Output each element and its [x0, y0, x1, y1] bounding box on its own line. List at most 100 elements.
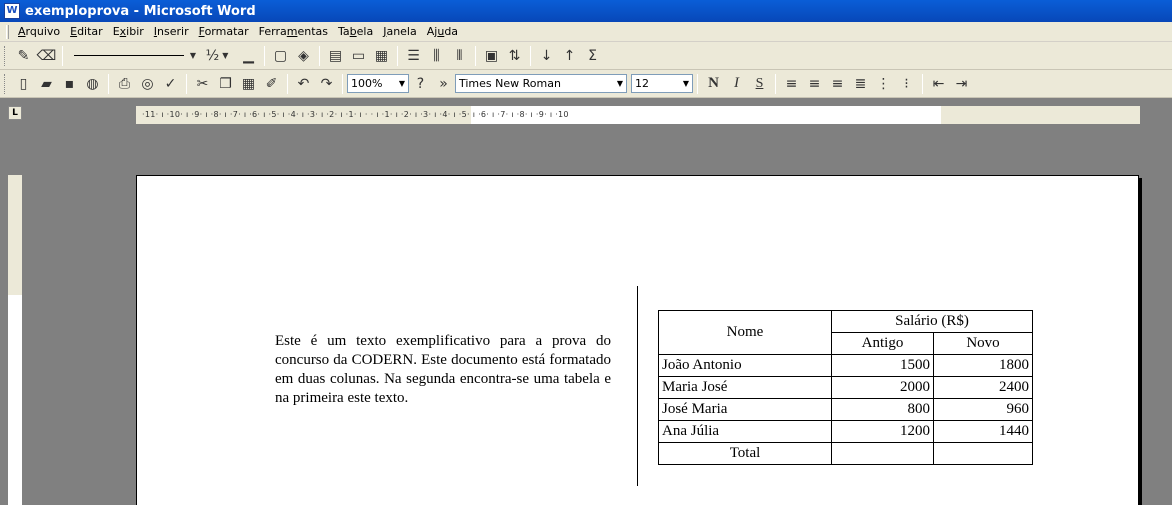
shading-color-icon[interactable]: ◈: [292, 45, 315, 67]
line-weight-value: ½: [205, 47, 220, 64]
antigo-cell[interactable]: 800: [831, 398, 934, 421]
decrease-indent-icon[interactable]: ⇤: [927, 73, 950, 95]
toolbar-options-icon[interactable]: »: [432, 73, 455, 95]
font-size-select[interactable]: 12 ▼: [631, 74, 693, 93]
total-label-cell[interactable]: Total: [658, 442, 832, 465]
menu-formatar[interactable]: Formatar: [194, 25, 254, 38]
open-folder-icon[interactable]: ▰: [35, 73, 58, 95]
merge-cells-icon[interactable]: ▭: [347, 45, 370, 67]
menubar-grip[interactable]: [6, 24, 9, 39]
separator: [697, 73, 698, 94]
total-antigo-cell[interactable]: [831, 442, 934, 465]
separator: [264, 45, 265, 66]
title-bar: W exemploprova - Microsoft Word: [0, 0, 1172, 22]
save-icon[interactable]: ▪: [58, 73, 81, 95]
nome-cell[interactable]: José Maria: [658, 398, 832, 421]
align-center-icon[interactable]: ≡: [803, 73, 826, 95]
sort-descending-icon[interactable]: ↑: [558, 45, 581, 67]
table-header-row: Nome Salário (R$): [658, 310, 1033, 355]
menu-editar[interactable]: Editar: [65, 25, 108, 38]
separator: [108, 73, 109, 94]
eraser-icon[interactable]: ⌫: [35, 45, 58, 67]
chevron-down-icon: ▼: [189, 51, 197, 60]
cut-icon[interactable]: ✂: [191, 73, 214, 95]
align-cell-icon[interactable]: ☰: [402, 45, 425, 67]
border-color-icon[interactable]: ▁: [237, 45, 260, 67]
format-painter-icon[interactable]: ✐: [260, 73, 283, 95]
outside-border-icon[interactable]: ▢: [269, 45, 292, 67]
menu-ferramentas[interactable]: Ferramentas: [254, 25, 333, 38]
distribute-rows-icon[interactable]: ⫼: [425, 45, 448, 67]
draw-table-pencil-icon[interactable]: ✎: [12, 45, 35, 67]
header-novo-cell[interactable]: Novo: [933, 332, 1033, 355]
tables-borders-toolbar: ✎ ⌫ ▼ ½ ▼ ▁ ▢ ◈ ▤ ▭ ▦ ☰ ⫼ ⫴ ▣ ⇅ ↓ ↑ Σ: [0, 42, 1172, 70]
print-preview-icon[interactable]: ◎: [136, 73, 159, 95]
header-salario-cell[interactable]: Salário (R$): [831, 310, 1033, 333]
print-icon[interactable]: ⎙: [113, 73, 136, 95]
nome-cell[interactable]: Ana Júlia: [658, 420, 832, 443]
document-page[interactable]: Este é um texto exemplificativo para a p…: [136, 175, 1139, 505]
line-weight-dropdown[interactable]: ½ ▼: [197, 45, 237, 67]
align-left-icon[interactable]: ≡: [780, 73, 803, 95]
font-name-value: Times New Roman: [459, 77, 561, 90]
distribute-columns-icon[interactable]: ⫴: [448, 45, 471, 67]
nome-cell[interactable]: Maria José: [658, 376, 832, 399]
separator: [62, 45, 63, 66]
copy-icon[interactable]: ❐: [214, 73, 237, 95]
chevron-down-icon: ▼: [682, 79, 689, 88]
autosum-icon[interactable]: Σ: [581, 45, 604, 67]
salary-table[interactable]: Nome Salário (R$) Antigo Novo João Anton…: [658, 310, 1033, 465]
table-autoformat-icon[interactable]: ▣: [480, 45, 503, 67]
word-app-icon[interactable]: W: [4, 3, 20, 19]
body-paragraph[interactable]: Este é um texto exemplificativo para a p…: [275, 332, 611, 408]
redo-icon[interactable]: ↷: [315, 73, 338, 95]
justify-icon[interactable]: ≣: [849, 73, 872, 95]
header-antigo-cell[interactable]: Antigo: [831, 332, 934, 355]
menu-exibir[interactable]: Exibir: [108, 25, 149, 38]
novo-cell[interactable]: 1800: [933, 354, 1033, 377]
vertical-ruler[interactable]: [8, 175, 22, 505]
toolbar-grip[interactable]: [4, 45, 7, 66]
chevron-down-icon: ▼: [222, 51, 229, 60]
zoom-select[interactable]: 100% ▼: [347, 74, 409, 93]
spelling-icon[interactable]: ✓: [159, 73, 182, 95]
chevron-down-icon: ▼: [616, 79, 623, 88]
menu-janela[interactable]: Janela: [378, 25, 422, 38]
total-novo-cell[interactable]: [933, 442, 1033, 465]
table-row: Ana Júlia 1200 1440: [658, 420, 1033, 443]
align-right-icon[interactable]: ≡: [826, 73, 849, 95]
underline-button[interactable]: S: [748, 73, 771, 95]
table-total-row: Total: [658, 442, 1033, 465]
header-nome-cell[interactable]: Nome: [658, 310, 832, 355]
help-icon[interactable]: ?: [409, 73, 432, 95]
antigo-cell[interactable]: 1200: [831, 420, 934, 443]
new-document-icon[interactable]: ▯: [12, 73, 35, 95]
tab-selector[interactable]: L: [8, 106, 22, 120]
sort-ascending-icon[interactable]: ↓: [535, 45, 558, 67]
bold-button[interactable]: N: [702, 73, 725, 95]
novo-cell[interactable]: 1440: [933, 420, 1033, 443]
nome-cell[interactable]: João Antonio: [658, 354, 832, 377]
font-name-select[interactable]: Times New Roman ▼: [455, 74, 627, 93]
menu-tabela[interactable]: Tabela: [333, 25, 378, 38]
menu-ajuda[interactable]: Ajuda: [422, 25, 463, 38]
text-direction-icon[interactable]: ⇅: [503, 45, 526, 67]
menu-inserir[interactable]: Inserir: [149, 25, 194, 38]
toolbar-grip[interactable]: [4, 73, 7, 94]
insert-table-icon[interactable]: ▤: [324, 45, 347, 67]
paste-icon[interactable]: ▦: [237, 73, 260, 95]
menu-arquivo[interactable]: Arquivo: [13, 25, 65, 38]
permission-icon[interactable]: ◍: [81, 73, 104, 95]
horizontal-ruler[interactable]: ·11· ı ·10· ı ·9· ı ·8· ı ·7· ı ·6· ı ·5…: [136, 106, 1140, 124]
line-style-dropdown[interactable]: ▼: [67, 45, 197, 67]
increase-indent-icon[interactable]: ⇥: [950, 73, 973, 95]
novo-cell[interactable]: 960: [933, 398, 1033, 421]
bullets-icon[interactable]: ⁝: [895, 73, 918, 95]
italic-button[interactable]: I: [725, 73, 748, 95]
novo-cell[interactable]: 2400: [933, 376, 1033, 399]
antigo-cell[interactable]: 2000: [831, 376, 934, 399]
numbering-icon[interactable]: ⋮: [872, 73, 895, 95]
undo-icon[interactable]: ↶: [292, 73, 315, 95]
split-cells-icon[interactable]: ▦: [370, 45, 393, 67]
antigo-cell[interactable]: 1500: [831, 354, 934, 377]
